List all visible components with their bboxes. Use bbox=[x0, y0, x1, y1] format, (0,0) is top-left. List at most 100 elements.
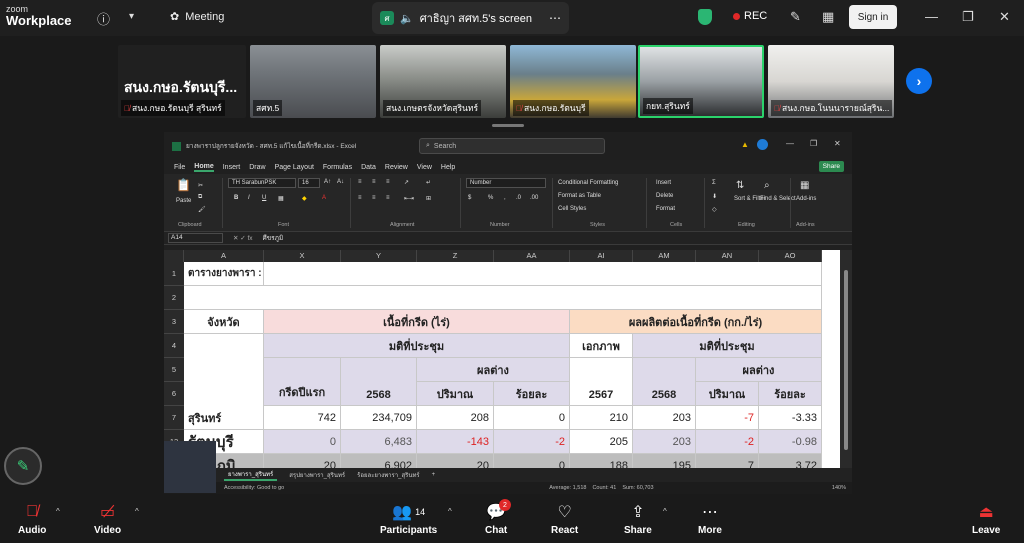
row-header[interactable]: 2 bbox=[164, 286, 184, 310]
formula-input[interactable]: ศีขรภูมิ bbox=[263, 233, 284, 243]
cell-value[interactable]: 210 bbox=[570, 406, 633, 430]
account-avatar[interactable] bbox=[757, 139, 768, 150]
excel-share-button[interactable]: Share bbox=[818, 161, 844, 172]
annotate-button[interactable]: ✎ bbox=[4, 447, 42, 485]
tab-home[interactable]: Home bbox=[194, 163, 214, 172]
video-tile[interactable]: สศท.5 bbox=[250, 45, 376, 118]
tab-file[interactable]: File bbox=[174, 164, 185, 171]
cell-value[interactable]: -0.98 bbox=[759, 430, 822, 454]
tab-formulas[interactable]: Formulas bbox=[323, 164, 352, 171]
tab-help[interactable]: Help bbox=[441, 164, 455, 171]
cell-header-meeting[interactable]: มติที่ประชุม bbox=[264, 334, 570, 358]
find-select-icon[interactable]: ⌕ bbox=[764, 180, 770, 191]
cell-header-province[interactable]: จังหวัด bbox=[184, 310, 264, 334]
row-header[interactable]: 7 bbox=[164, 406, 184, 430]
magic-wand-icon[interactable]: ✎ bbox=[790, 9, 801, 25]
italic-icon[interactable]: I bbox=[248, 195, 250, 201]
column-header[interactable]: Z bbox=[417, 250, 494, 262]
cell-header-qty[interactable]: ปริมาณ bbox=[696, 382, 759, 406]
column-header[interactable]: AI bbox=[570, 250, 633, 262]
cell-header-pct[interactable]: ร้อยละ bbox=[494, 382, 570, 406]
copy-icon[interactable]: ⧉ bbox=[198, 194, 202, 201]
cell-value[interactable]: 0 bbox=[494, 406, 570, 430]
tab-data[interactable]: Data bbox=[361, 164, 376, 171]
conditional-formatting-button[interactable]: Conditional Formatting bbox=[558, 180, 618, 186]
video-tile[interactable]: สนง.เกษตรจังหวัดสุรินทร์ bbox=[380, 45, 506, 118]
video-tile[interactable]: 🎙̸ สนง.กษอ.โนนนารายณ์สุริน... bbox=[768, 45, 894, 118]
scroll-thumb[interactable] bbox=[844, 270, 848, 450]
cell-header-year[interactable]: 2568 bbox=[341, 358, 417, 406]
wrap-text-icon[interactable]: ↵ bbox=[426, 179, 431, 186]
align-bottom-icon[interactable]: ≡ bbox=[386, 179, 390, 185]
tab-review[interactable]: Review bbox=[385, 164, 408, 171]
accessibility-status[interactable]: Accessibility: Good to go bbox=[224, 485, 284, 491]
cell-value[interactable]: 6,902 bbox=[341, 454, 417, 468]
font-size-select[interactable]: 16 bbox=[298, 178, 320, 188]
participants-button[interactable]: 👥 14 Participants bbox=[380, 501, 437, 536]
restore-icon[interactable]: ❐ bbox=[810, 139, 817, 148]
increase-decimal-icon[interactable]: .0 bbox=[516, 195, 521, 201]
row-header[interactable]: 6 bbox=[164, 382, 184, 406]
add-ins-button[interactable]: Add-ins bbox=[796, 196, 816, 202]
cell-value[interactable]: 203 bbox=[633, 406, 696, 430]
cell-header-first-tap[interactable]: กรีดปีแรก bbox=[264, 358, 341, 406]
cell-header-diff[interactable]: ผลต่าง bbox=[696, 358, 822, 382]
cell-value[interactable]: 208 bbox=[417, 406, 494, 430]
minimize-icon[interactable]: — bbox=[925, 9, 938, 24]
underline-icon[interactable]: U bbox=[262, 195, 266, 201]
audio-button[interactable]: 🎙̸ Audio bbox=[18, 501, 46, 536]
video-button[interactable]: ▭̸ Video bbox=[94, 501, 121, 536]
add-sheet-icon[interactable]: + bbox=[432, 472, 436, 478]
self-view-thumbnail[interactable] bbox=[164, 441, 216, 493]
align-top-icon[interactable]: ≡ bbox=[358, 179, 362, 185]
cell-value[interactable]: -2 bbox=[494, 430, 570, 454]
share-button[interactable]: ⇪ Share bbox=[624, 501, 652, 536]
column-header[interactable]: X bbox=[264, 250, 341, 262]
close-icon[interactable]: ✕ bbox=[999, 9, 1010, 25]
column-header[interactable]: AM bbox=[633, 250, 696, 262]
sign-in-button[interactable]: Sign in bbox=[849, 5, 897, 29]
excel-search-box[interactable]: ⌕ Search bbox=[419, 138, 605, 154]
font-name-select[interactable]: TH SarabunPSK bbox=[228, 178, 296, 188]
cell-value[interactable]: 7 bbox=[696, 454, 759, 468]
info-icon[interactable]: ⓘ bbox=[97, 9, 110, 28]
indent-icon[interactable]: ⇤⇥ bbox=[404, 195, 414, 202]
cell-value[interactable]: 234,709 bbox=[341, 406, 417, 430]
cell-value[interactable]: 20 bbox=[264, 454, 341, 468]
column-header[interactable]: AN bbox=[696, 250, 759, 262]
meeting-menu[interactable]: ✿ Meeting bbox=[170, 10, 224, 24]
leave-button[interactable]: ⏏ Leave bbox=[972, 501, 1000, 536]
cell-province-name[interactable]: สุรินทร์ bbox=[184, 406, 264, 430]
view-layout-icon[interactable]: ▦ bbox=[822, 9, 834, 25]
cell-header-yield[interactable]: ผลผลิตต่อเนื้อที่กรีด (กก./ไร่) bbox=[570, 310, 822, 334]
cell-header-area[interactable]: เนื้อที่กรีด (ไร่) bbox=[264, 310, 570, 334]
warning-icon[interactable]: ▲ bbox=[741, 140, 749, 149]
cell-value[interactable]: 6,483 bbox=[341, 430, 417, 454]
autosum-icon[interactable]: Σ bbox=[712, 180, 716, 186]
sheet-tab[interactable]: สรุปยางพารา_สุรินทร์ bbox=[289, 470, 345, 480]
participants-options-caret[interactable]: ^ bbox=[448, 507, 452, 516]
align-center-icon[interactable]: ≡ bbox=[372, 195, 376, 201]
cell-value[interactable]: -3.33 bbox=[759, 406, 822, 430]
tab-view[interactable]: View bbox=[417, 164, 432, 171]
row-header[interactable]: 1 bbox=[164, 262, 184, 286]
cell-value[interactable]: 0 bbox=[264, 430, 341, 454]
video-tile-active-speaker[interactable]: กยท.สุรินทร์ bbox=[638, 45, 764, 118]
more-options-icon[interactable]: ⋯ bbox=[549, 11, 561, 25]
align-left-icon[interactable]: ≡ bbox=[358, 195, 362, 201]
bold-icon[interactable]: B bbox=[234, 195, 238, 201]
decrease-decimal-icon[interactable]: .00 bbox=[530, 195, 538, 201]
cell-value[interactable]: 195 bbox=[633, 454, 696, 468]
cell-value[interactable]: 20 bbox=[417, 454, 494, 468]
cell-value[interactable]: 188 bbox=[570, 454, 633, 468]
delete-cells-button[interactable]: Delete bbox=[656, 193, 673, 199]
row-header[interactable]: 4 bbox=[164, 334, 184, 358]
clear-icon[interactable]: ◇ bbox=[712, 206, 717, 213]
tab-insert[interactable]: Insert bbox=[223, 164, 241, 171]
cell-value[interactable]: 3.72 bbox=[759, 454, 822, 468]
align-right-icon[interactable]: ≡ bbox=[386, 195, 390, 201]
cell-value[interactable]: -7 bbox=[696, 406, 759, 430]
cell-empty[interactable] bbox=[184, 286, 822, 310]
cell-value[interactable]: 742 bbox=[264, 406, 341, 430]
close-icon[interactable]: ✕ bbox=[834, 139, 841, 148]
